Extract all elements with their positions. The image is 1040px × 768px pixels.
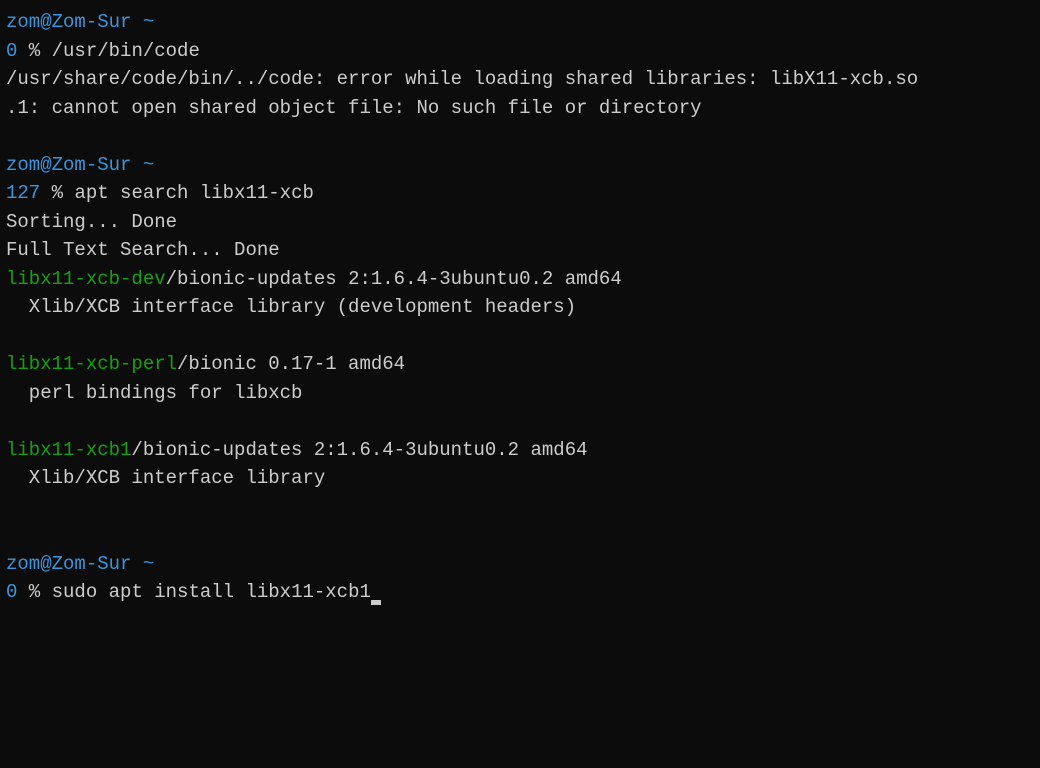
package-meta: /bionic 0.17-1 amd64 — [177, 353, 405, 375]
user-host: zom@Zom-Sur — [6, 154, 131, 176]
blank-line — [6, 493, 1034, 522]
blank-line — [6, 122, 1034, 151]
output-line: Full Text Search... Done — [6, 236, 1034, 265]
command-input-line[interactable]: 0 % sudo apt install libx11-xcb1 — [6, 578, 1034, 607]
package-name: libx11-xcb-dev — [6, 268, 166, 290]
user-host: zom@Zom-Sur — [6, 553, 131, 575]
package-name: libx11-xcb1 — [6, 439, 131, 461]
package-description: perl bindings for libxcb — [6, 379, 1034, 408]
blank-line — [6, 521, 1034, 550]
command-text: /usr/bin/code — [52, 40, 200, 62]
command-text: apt search libx11-xcb — [74, 182, 313, 204]
command-line: 127 % apt search libx11-xcb — [6, 179, 1034, 208]
output-line: .1: cannot open shared object file: No s… — [6, 94, 1034, 123]
exit-code: 0 — [6, 581, 17, 603]
user-host: zom@Zom-Sur — [6, 11, 131, 33]
terminal-window[interactable]: zom@Zom-Sur ~ 0 % /usr/bin/code /usr/sha… — [6, 8, 1034, 607]
prompt-symbol: % — [17, 581, 51, 603]
prompt-symbol: % — [17, 40, 51, 62]
command-block-1: zom@Zom-Sur ~ 0 % /usr/bin/code /usr/sha… — [6, 8, 1034, 122]
tilde: ~ — [131, 11, 154, 33]
command-line: 0 % /usr/bin/code — [6, 37, 1034, 66]
prompt-symbol: % — [40, 182, 74, 204]
blank-line — [6, 407, 1034, 436]
package-result: libx11-xcb1/bionic-updates 2:1.6.4-3ubun… — [6, 436, 1034, 465]
prompt-line: zom@Zom-Sur ~ — [6, 550, 1034, 579]
exit-code: 127 — [6, 182, 40, 204]
package-description: Xlib/XCB interface library (development … — [6, 293, 1034, 322]
command-text: sudo apt install libx11-xcb1 — [52, 581, 371, 603]
package-name: libx11-xcb-perl — [6, 353, 177, 375]
output-line: /usr/share/code/bin/../code: error while… — [6, 65, 1034, 94]
package-result: libx11-xcb-dev/bionic-updates 2:1.6.4-3u… — [6, 265, 1034, 294]
package-result: libx11-xcb-perl/bionic 0.17-1 amd64 — [6, 350, 1034, 379]
command-block-2: zom@Zom-Sur ~ 127 % apt search libx11-xc… — [6, 151, 1034, 493]
tilde: ~ — [131, 553, 154, 575]
cursor — [371, 600, 381, 605]
command-block-3: zom@Zom-Sur ~ 0 % sudo apt install libx1… — [6, 550, 1034, 607]
exit-code: 0 — [6, 40, 17, 62]
output-line: Sorting... Done — [6, 208, 1034, 237]
prompt-line: zom@Zom-Sur ~ — [6, 8, 1034, 37]
package-description: Xlib/XCB interface library — [6, 464, 1034, 493]
blank-line — [6, 322, 1034, 351]
tilde: ~ — [131, 154, 154, 176]
prompt-line: zom@Zom-Sur ~ — [6, 151, 1034, 180]
package-meta: /bionic-updates 2:1.6.4-3ubuntu0.2 amd64 — [166, 268, 622, 290]
package-meta: /bionic-updates 2:1.6.4-3ubuntu0.2 amd64 — [131, 439, 587, 461]
